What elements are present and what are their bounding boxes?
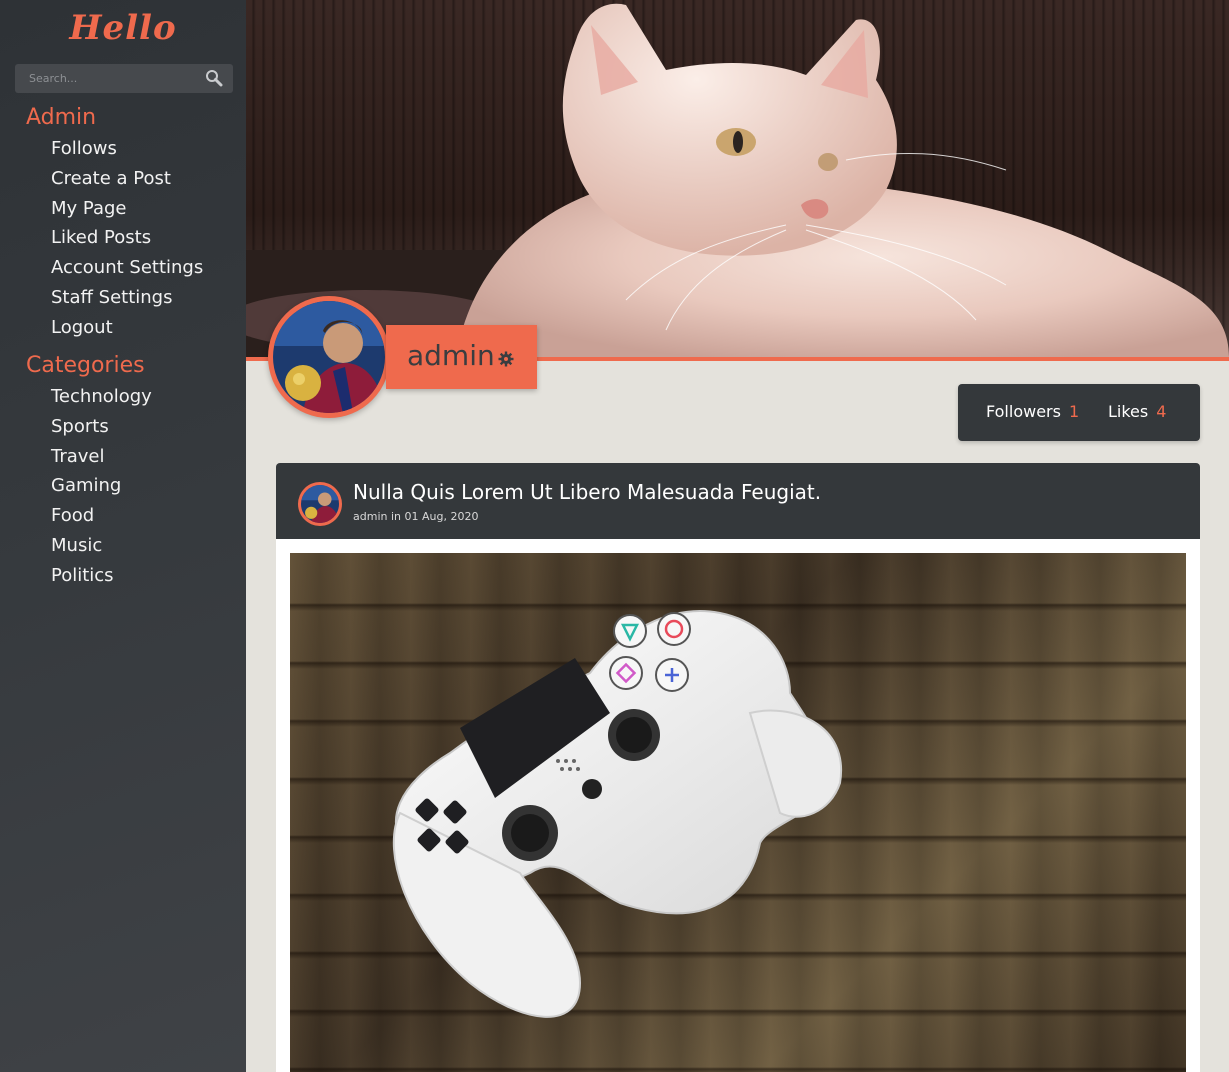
likes-count: 4 (1156, 402, 1167, 421)
category-item-gaming[interactable]: Gaming (51, 471, 152, 501)
sidebar-item-staff-settings[interactable]: Staff Settings (51, 283, 203, 313)
followers-count: 1 (1068, 402, 1080, 421)
sidebar: Hello Admin Follows Create a Post My Pag… (0, 0, 246, 1072)
profile-avatar[interactable] (268, 296, 390, 418)
category-item-music[interactable]: Music (51, 531, 152, 561)
followers-stat[interactable]: Followers 1 (986, 402, 1079, 421)
categories-heading: Categories (26, 353, 145, 378)
cat-illustration (246, 3, 1229, 357)
categories-menu: Technology Sports Travel Gaming Food Mus… (51, 382, 152, 591)
sidebar-item-create-post[interactable]: Create a Post (51, 164, 203, 194)
avatar-photo (273, 301, 385, 413)
post-date: 01 Aug, 2020 (404, 510, 479, 523)
likes-label: Likes (1108, 402, 1149, 421)
post-body (276, 539, 1200, 1072)
avatar-photo (301, 485, 339, 523)
admin-heading: Admin (26, 105, 97, 130)
category-item-sports[interactable]: Sports (51, 412, 152, 442)
sidebar-item-logout[interactable]: Logout (51, 313, 203, 343)
post-header: Nulla Quis Lorem Ut Libero Malesuada Feu… (276, 463, 1200, 539)
search-input[interactable] (15, 64, 219, 93)
search-box (15, 64, 233, 93)
category-item-food[interactable]: Food (51, 501, 152, 531)
post-image[interactable] (290, 553, 1186, 1072)
category-item-technology[interactable]: Technology (51, 382, 152, 412)
site-logo[interactable]: Hello (0, 8, 246, 48)
admin-menu: Follows Create a Post My Page Liked Post… (51, 134, 203, 343)
likes-stat[interactable]: Likes 4 (1108, 402, 1166, 421)
followers-label: Followers (986, 402, 1061, 421)
profile-name-tag: admin (386, 325, 537, 389)
sidebar-item-account-settings[interactable]: Account Settings (51, 253, 203, 283)
cover-photo (246, 0, 1229, 357)
search-icon[interactable] (205, 69, 223, 87)
post-meta: admin in 01 Aug, 2020 (353, 510, 478, 523)
post-meta-in: in (390, 510, 401, 523)
sidebar-item-follows[interactable]: Follows (51, 134, 203, 164)
category-item-politics[interactable]: Politics (51, 561, 152, 591)
profile-stats: Followers 1 Likes 4 (958, 384, 1200, 441)
sidebar-item-my-page[interactable]: My Page (51, 194, 203, 224)
gear-icon[interactable] (498, 351, 514, 367)
game-controller-illustration (392, 610, 843, 1018)
post-title[interactable]: Nulla Quis Lorem Ut Libero Malesuada Feu… (353, 480, 821, 504)
sidebar-item-liked-posts[interactable]: Liked Posts (51, 223, 203, 253)
post-author-avatar[interactable] (298, 482, 342, 526)
category-item-travel[interactable]: Travel (51, 442, 152, 472)
profile-username[interactable]: admin (407, 339, 495, 372)
post-author[interactable]: admin (353, 510, 387, 523)
